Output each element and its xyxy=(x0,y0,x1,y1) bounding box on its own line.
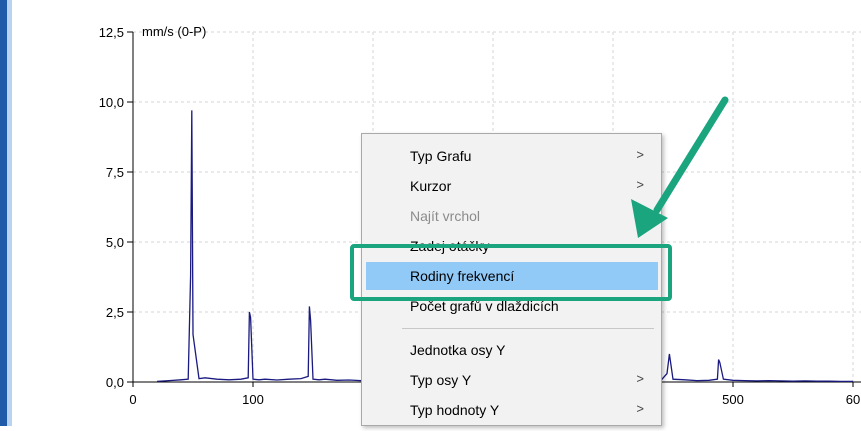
y-tick-label: 12,5 xyxy=(99,25,124,40)
menu-item-label: Typ hodnoty Y xyxy=(410,402,500,418)
menu-item[interactable]: Jednotka osy Y xyxy=(366,336,658,364)
menu-item-label: Kurzor xyxy=(410,178,452,194)
y-tick-label: 10,0 xyxy=(99,95,124,110)
menu-separator xyxy=(402,328,654,329)
x-tick-label: 60 xyxy=(846,392,860,407)
y-axis-ticks: 12,5 10,0 7,5 5,0 2,5 0,0 xyxy=(99,25,133,390)
menu-item-label: Typ osy Y xyxy=(410,372,472,388)
x-tick-label: 0 xyxy=(129,392,136,407)
menu-item-label: Typ Grafu xyxy=(410,148,472,164)
menu-item[interactable]: Typ osy Y > xyxy=(366,366,658,394)
context-menu: Typ Grafu > Kurzor > Najít vrchol Zadej otáčk… xyxy=(361,133,662,426)
menu-item[interactable]: Počet grafů v dlaždicích xyxy=(366,292,658,320)
x-tick-label: 500 xyxy=(722,392,744,407)
menu-item[interactable]: Typ hodnoty Y > xyxy=(366,396,658,424)
y-axis-label: mm/s (0-P) xyxy=(142,24,206,39)
y-tick-label: 2,5 xyxy=(106,305,124,320)
x-tick-label: 100 xyxy=(242,392,264,407)
submenu-arrow-icon: > xyxy=(636,371,644,386)
submenu-arrow-icon: > xyxy=(636,401,644,416)
submenu-arrow-icon: > xyxy=(636,147,644,162)
menu-item[interactable]: Zadej otáčky xyxy=(366,232,658,260)
menu-item[interactable]: Typ Grafu > xyxy=(366,142,658,170)
menu-item-label: Jednotka osy Y xyxy=(410,342,506,358)
menu-item-label: Zadej otáčky xyxy=(410,238,490,254)
menu-item-label: Rodiny frekvencí xyxy=(410,268,515,284)
menu-item-label: Počet grafů v dlaždicích xyxy=(410,298,559,314)
menu-item-label: Najít vrchol xyxy=(410,208,481,224)
window-border-left xyxy=(0,0,7,426)
y-tick-label: 5,0 xyxy=(106,235,124,250)
y-tick-label: 7,5 xyxy=(106,165,124,180)
submenu-arrow-icon: > xyxy=(636,177,644,192)
menu-item[interactable]: Kurzor > xyxy=(366,172,658,200)
menu-item[interactable]: Rodiny frekvencí xyxy=(366,262,658,290)
application-window: 12,5 10,0 7,5 5,0 2,5 0,0 0 100 500 60 mm/s (0-P… xyxy=(0,0,861,426)
menu-item: Najít vrchol xyxy=(366,202,658,230)
y-tick-label: 0,0 xyxy=(106,375,124,390)
